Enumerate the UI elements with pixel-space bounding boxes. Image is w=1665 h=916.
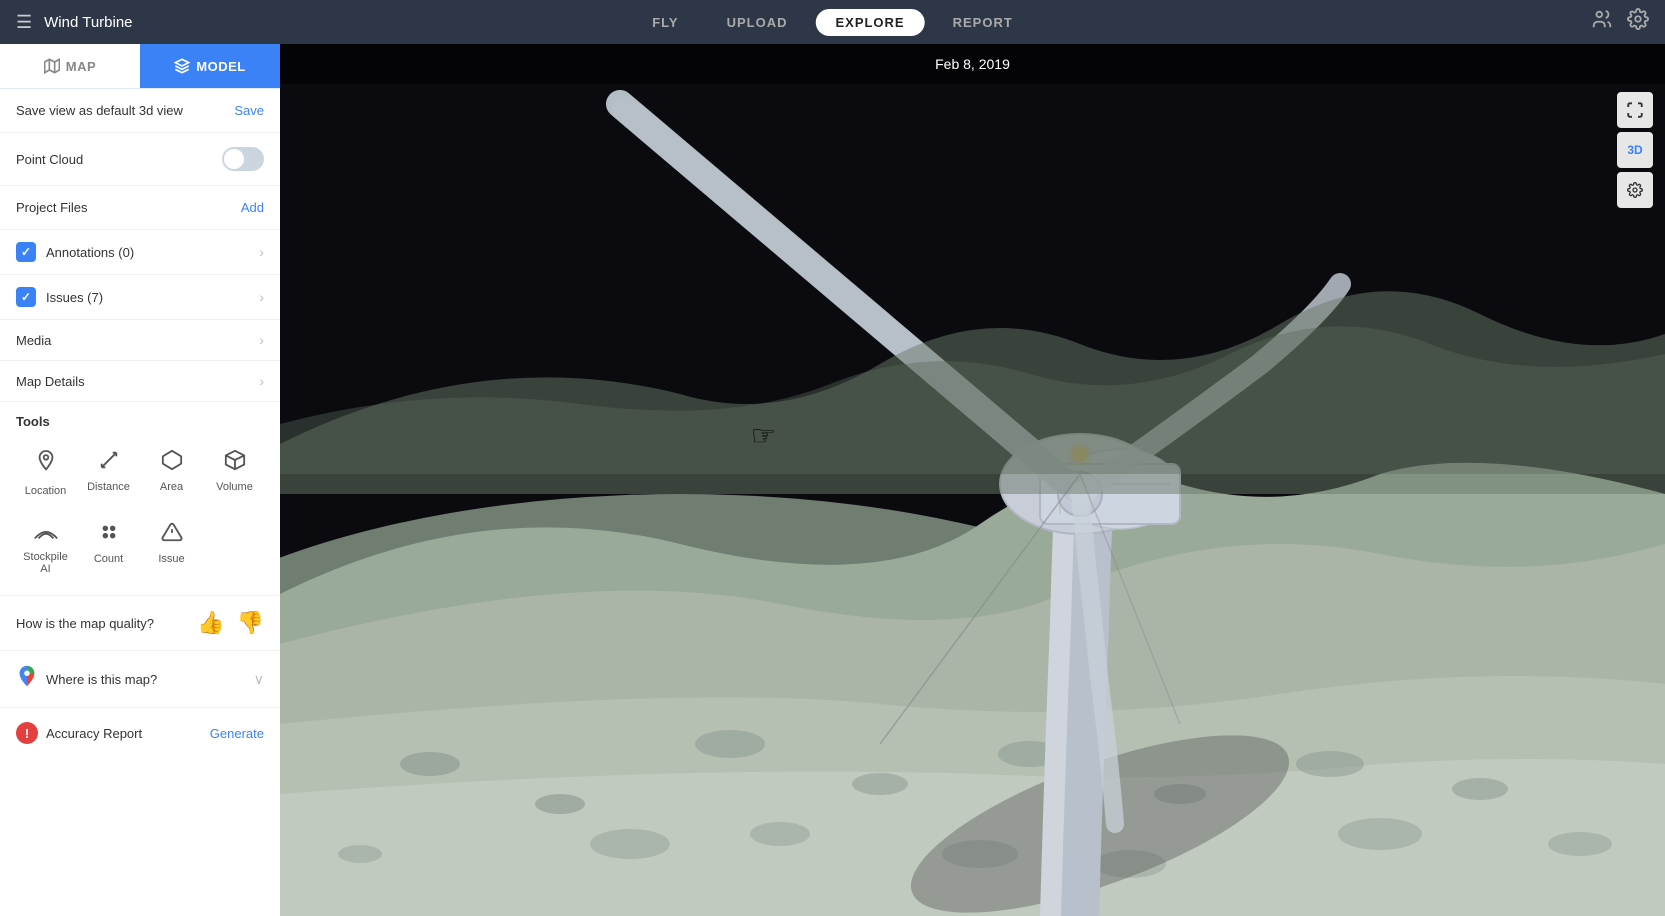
date-label: Feb 8, 2019 xyxy=(935,56,1010,72)
volume-label: Volume xyxy=(216,481,253,493)
issues-expand-icon: › xyxy=(259,289,264,305)
accuracy-report-label: Accuracy Report xyxy=(46,726,202,741)
thumbs-up-button[interactable]: 👍 xyxy=(197,610,224,636)
issues-item[interactable]: Issues (7) › xyxy=(0,275,280,320)
add-file-button[interactable]: Add xyxy=(241,200,264,215)
location-label: Location xyxy=(25,485,67,497)
generate-report-button[interactable]: Generate xyxy=(210,726,264,741)
tool-placeholder xyxy=(205,513,264,583)
annotations-item[interactable]: Annotations (0) › xyxy=(0,230,280,275)
project-files-section: Project Files Add xyxy=(0,186,280,230)
accuracy-warning-icon xyxy=(16,722,38,744)
distance-icon xyxy=(98,449,120,477)
annotations-checkbox[interactable] xyxy=(16,242,36,262)
header-actions xyxy=(1591,8,1649,36)
issues-checkbox[interactable] xyxy=(16,287,36,307)
volume-icon xyxy=(224,449,246,477)
3d-label: 3D xyxy=(1627,143,1642,157)
where-map-label: Where is this map? xyxy=(46,672,246,687)
tool-issue[interactable]: Issue xyxy=(142,513,201,583)
sidebar-tabs: MAP MODEL xyxy=(0,44,280,89)
issue-label: Issue xyxy=(158,553,184,565)
map-details-item[interactable]: Map Details › xyxy=(0,361,280,402)
media-expand-icon: › xyxy=(259,332,264,348)
sidebar: MAP MODEL Save view as default 3d view S… xyxy=(0,44,280,916)
tool-volume[interactable]: Volume xyxy=(205,441,264,505)
thumbs-down-button[interactable]: 👎 xyxy=(237,610,264,636)
distance-label: Distance xyxy=(87,481,130,493)
tools-section: Tools Location xyxy=(0,402,280,595)
3d-view-button[interactable]: 3D xyxy=(1617,132,1653,168)
point-cloud-section: Point Cloud xyxy=(0,133,280,186)
save-view-button[interactable]: Save xyxy=(234,103,264,118)
area-label: Area xyxy=(160,481,183,493)
header: ☰ Wind Turbine FLY UPLOAD EXPLORE REPORT xyxy=(0,0,1665,44)
tool-count[interactable]: Count xyxy=(79,513,138,583)
project-files-label: Project Files xyxy=(16,200,88,215)
main-nav: FLY UPLOAD EXPLORE REPORT xyxy=(632,9,1033,36)
settings-icon[interactable] xyxy=(1627,8,1649,36)
map-details-expand-icon: › xyxy=(259,373,264,389)
save-view-label: Save view as default 3d view xyxy=(16,103,183,118)
count-icon xyxy=(98,521,120,549)
tools-row-2: Stockpile AI Count xyxy=(16,513,264,583)
settings-3d-button[interactable] xyxy=(1617,172,1653,208)
scene-svg xyxy=(280,44,1665,916)
map-details-label: Map Details xyxy=(16,374,249,389)
area-icon xyxy=(161,449,183,477)
tool-stockpile-ai[interactable]: Stockpile AI xyxy=(16,513,75,583)
nav-upload[interactable]: UPLOAD xyxy=(707,9,808,36)
media-item[interactable]: Media › xyxy=(0,320,280,361)
users-icon[interactable] xyxy=(1591,8,1613,36)
quality-label: How is the map quality? xyxy=(16,616,185,631)
issues-label: Issues (7) xyxy=(46,290,249,305)
count-label: Count xyxy=(94,553,123,565)
point-cloud-toggle[interactable] xyxy=(222,147,264,171)
tool-area[interactable]: Area xyxy=(142,441,201,505)
where-map-expand-icon: ∨ xyxy=(254,671,264,688)
toggle-knob xyxy=(224,149,244,169)
tools-title: Tools xyxy=(16,414,264,429)
3d-scene[interactable]: ☞ xyxy=(280,44,1665,916)
tab-model[interactable]: MODEL xyxy=(140,44,280,88)
tools-row-1: Location Distance xyxy=(16,441,264,505)
menu-icon[interactable]: ☰ xyxy=(16,12,32,33)
nav-report[interactable]: REPORT xyxy=(933,9,1033,36)
tool-distance[interactable]: Distance xyxy=(79,441,138,505)
main-layout: MAP MODEL Save view as default 3d view S… xyxy=(0,44,1665,916)
point-cloud-label: Point Cloud xyxy=(16,152,83,167)
accuracy-section: Accuracy Report Generate xyxy=(0,708,280,758)
fullscreen-button[interactable] xyxy=(1617,92,1653,128)
save-view-section: Save view as default 3d view Save xyxy=(0,89,280,133)
right-controls: 3D xyxy=(1617,92,1653,208)
tool-location[interactable]: Location xyxy=(16,441,75,505)
nav-fly[interactable]: FLY xyxy=(632,9,698,36)
stockpile-ai-label: Stockpile AI xyxy=(20,551,71,575)
main-viewer[interactable]: Feb 8, 2019 xyxy=(280,44,1665,916)
stockpile-ai-icon xyxy=(33,521,59,547)
issue-icon xyxy=(161,521,183,549)
maps-pin-icon xyxy=(16,665,38,693)
quality-section: How is the map quality? 👍 👎 xyxy=(0,595,280,650)
location-icon xyxy=(35,449,57,481)
tab-map[interactable]: MAP xyxy=(0,44,140,88)
where-map-section[interactable]: Where is this map? ∨ xyxy=(0,650,280,708)
annotations-label: Annotations (0) xyxy=(46,245,249,260)
nav-explore[interactable]: EXPLORE xyxy=(815,9,924,36)
annotations-expand-icon: › xyxy=(259,244,264,260)
media-label: Media xyxy=(16,333,249,348)
date-bar: Feb 8, 2019 xyxy=(280,44,1665,84)
